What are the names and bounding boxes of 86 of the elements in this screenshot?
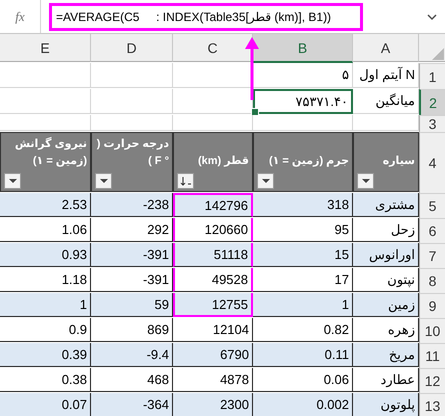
- corner-triangle-icon: [431, 47, 445, 61]
- table-cell: -9.4: [91, 343, 173, 367]
- table-cell: 95: [253, 218, 353, 242]
- table-cell: 17: [253, 268, 353, 292]
- table-cell: نپتون: [353, 268, 419, 292]
- table-cell: -391: [91, 243, 173, 267]
- row-header[interactable]: 5: [419, 193, 445, 218]
- row-header[interactable]: 3: [419, 115, 445, 132]
- table-cell: 0.002: [253, 393, 353, 416]
- expand-caret-icon[interactable]: [427, 12, 437, 20]
- table-cell: عطارد: [353, 368, 419, 392]
- table-cell: 869: [91, 318, 173, 342]
- table-cell[interactable]: ۷۵۳۷۱.۴۰: [253, 89, 353, 114]
- filter-button[interactable]: [357, 173, 374, 189]
- table-cell: -391: [91, 268, 173, 292]
- table-cell: -364: [91, 393, 173, 416]
- row-header[interactable]: 11: [419, 343, 445, 368]
- table-cell: 318: [253, 193, 353, 217]
- dropdown-arrow-icon: [360, 178, 370, 184]
- dropdown-arrow-icon: [98, 178, 108, 184]
- table-cell: 120660: [173, 218, 253, 242]
- row-header[interactable]: 10: [419, 318, 445, 343]
- header-label: نیروی گرانش (زمین = ۱): [14, 136, 87, 170]
- row-header[interactable]: 7: [419, 243, 445, 268]
- sort-arrow-icon: [180, 176, 192, 186]
- column-header[interactable]: C: [173, 34, 253, 62]
- table-cell: 2300: [173, 393, 253, 416]
- header-label: درجه حرارت ( ° F ): [96, 136, 169, 170]
- table-cell: زحل: [353, 218, 419, 242]
- filter-button[interactable]: [4, 173, 21, 189]
- header-label: قطر (km): [196, 154, 249, 170]
- sort-button[interactable]: [177, 173, 194, 189]
- table-cell: پلوتون: [353, 393, 419, 416]
- filter-button[interactable]: [95, 173, 112, 189]
- column-header[interactable]: A: [353, 34, 419, 62]
- dropdown-arrow-icon: [260, 178, 270, 184]
- table-cell: 468: [91, 368, 173, 392]
- header-label: سیاره: [382, 154, 415, 170]
- row-header[interactable]: 12: [419, 368, 445, 393]
- header-label: جرم (زمین = ۱): [268, 154, 349, 170]
- table-cell: 2.53: [0, 193, 91, 217]
- row-header[interactable]: 8: [419, 268, 445, 293]
- dropdown-arrow-icon: [8, 178, 18, 184]
- table-cell: 1: [253, 293, 353, 317]
- row-header[interactable]: 13: [419, 393, 445, 416]
- insert-function-button[interactable]: fx: [0, 0, 41, 33]
- row-header[interactable]: 1: [419, 63, 445, 89]
- table-cell: 6790: [173, 343, 253, 367]
- formula-field[interactable]: =AVERAGE(C5 : INDEX(Table35[قطر (km)], B1)): [49, 2, 363, 30]
- table-cell: 49528: [173, 268, 253, 292]
- table-cell: 0.93: [0, 243, 91, 267]
- table-cell: 1.06: [0, 218, 91, 242]
- table-cell: 0.11: [253, 343, 353, 367]
- table-cell: 0.38: [0, 368, 91, 392]
- table-cell: 59: [91, 293, 173, 317]
- column-header[interactable]: E: [0, 34, 91, 62]
- table-cell: زمین: [353, 293, 419, 317]
- table-cell: 0.06: [253, 368, 353, 392]
- table-cell: 12104: [173, 318, 253, 342]
- table-cell: 12755: [173, 293, 253, 317]
- row-header[interactable]: 4: [419, 132, 445, 193]
- column-header[interactable]: D: [91, 34, 173, 62]
- row-header[interactable]: 9: [419, 293, 445, 318]
- table-cell: 4878: [173, 368, 253, 392]
- table-cell: 1: [0, 293, 91, 317]
- column-header[interactable]: B: [253, 34, 353, 63]
- table-cell: 142796: [173, 193, 253, 217]
- row-header[interactable]: 2: [419, 89, 445, 115]
- fill-handle[interactable]: [251, 108, 259, 116]
- table-cell: 1.18: [0, 268, 91, 292]
- table-cell: 15: [253, 243, 353, 267]
- table-cell: ۵: [253, 63, 353, 88]
- table-cell: اورانوس: [353, 243, 419, 267]
- table-cell: 0.82: [253, 318, 353, 342]
- pointer-arrow: [244, 36, 260, 100]
- table-cell: 0.39: [0, 343, 91, 367]
- row-header[interactable]: 6: [419, 218, 445, 243]
- table-cell: 51118: [173, 243, 253, 267]
- table-cell: 0.07: [0, 393, 91, 416]
- filter-button[interactable]: [257, 173, 274, 189]
- table-cell: 0.9: [0, 318, 91, 342]
- table-cell: -238: [91, 193, 173, 217]
- table-cell: زهره: [353, 318, 419, 342]
- table-cell: مشتری: [353, 193, 419, 217]
- table-cell: مریخ: [353, 343, 419, 367]
- table-cell: 292: [91, 218, 173, 242]
